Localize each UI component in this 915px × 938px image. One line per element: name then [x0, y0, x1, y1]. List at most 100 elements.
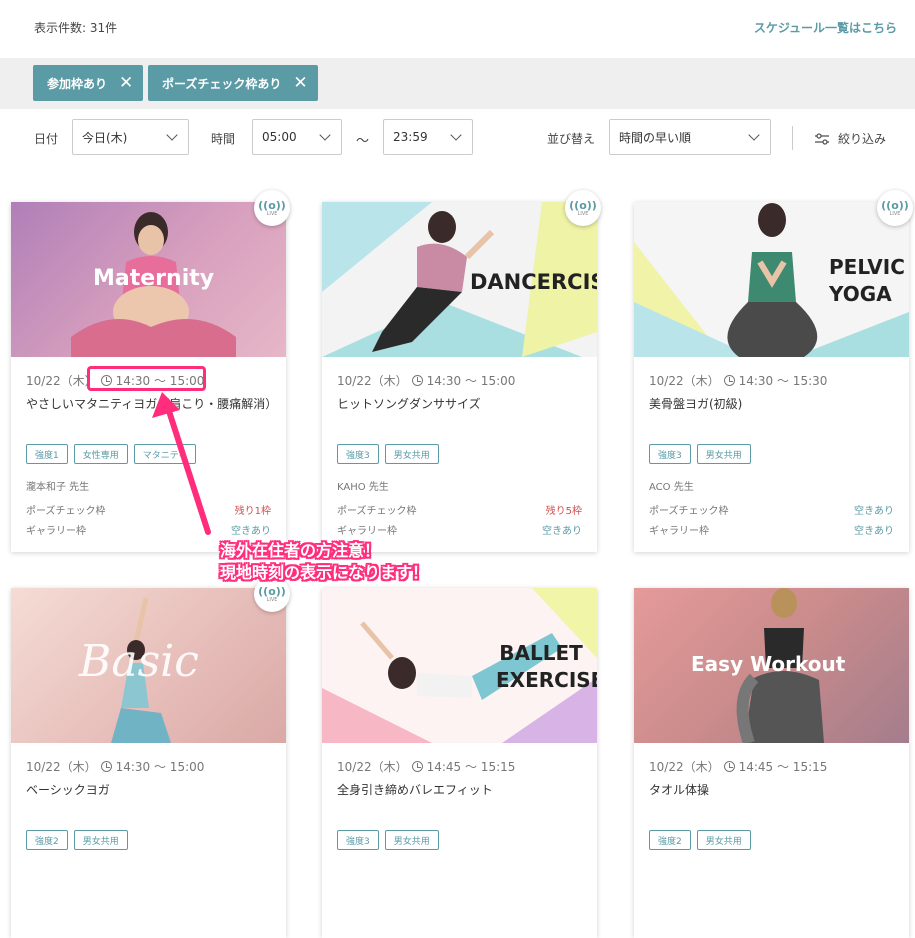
lesson-datetime: 10/22（木） 14:30 〜 15:00: [26, 758, 204, 775]
time-to-select[interactable]: 23:59: [383, 119, 473, 155]
filter-chip-available[interactable]: 参加枠あり ✕: [33, 65, 144, 101]
lesson-thumbnail: Basic: [11, 588, 286, 743]
time-to-value: 23:59: [393, 130, 428, 144]
lesson-thumbnail: PELVIC YOGA: [634, 202, 909, 357]
search-controls: 日付 今日(木) 時間 05:00 〜 23:59 並び替え 時間の早い順 絞り…: [0, 118, 915, 158]
lesson-card[interactable]: PELVIC YOGA 10/22（木） 14:30 〜 15:30 美骨盤ヨガ(初…: [634, 190, 913, 552]
pose-check-status: 残り5枠: [545, 506, 582, 517]
chevron-down-icon: [748, 129, 760, 141]
live-text: LIVE: [889, 210, 901, 217]
pose-check-label: ポーズチェック枠: [337, 506, 417, 517]
lesson-thumbnail: DANCERCISE: [322, 202, 597, 357]
thumbnail-title: DANCERCISE: [470, 270, 597, 294]
pose-check-row: ポーズチェック枠 残り1枠: [26, 502, 271, 517]
sort-select-value: 時間の早い順: [619, 130, 692, 145]
tag: 強度3: [649, 444, 691, 464]
lesson-title: ベーシックヨガ: [26, 783, 110, 797]
tag: 強度2: [26, 830, 68, 850]
annotation-note: 海外在住者の方注意！ 現地時刻の表示になります！: [220, 540, 428, 584]
lesson-date: 10/22（木）: [649, 374, 720, 388]
gallery-label: ギャラリー枠: [26, 526, 86, 537]
thumbnail-title: Easy Workout: [691, 652, 846, 676]
gallery-row: ギャラリー枠 空きあり: [26, 522, 271, 537]
lesson-date: 10/22（木）: [26, 760, 97, 774]
lesson-card[interactable]: DANCERCISE 10/22（木） 14:30 〜 15:00 ヒットソングダ…: [322, 190, 601, 552]
teacher-name: 瀧本和子 先生: [26, 482, 90, 493]
lesson-time: 14:45 〜 15:15: [738, 760, 828, 774]
pose-check-row: ポーズチェック枠 空きあり: [649, 502, 894, 517]
tag: 男女共用: [696, 830, 751, 850]
lesson-tags: 強度3 男女共用: [337, 830, 439, 850]
live-badge: ((o)) LIVE: [565, 190, 601, 226]
lesson-date: 10/22（木）: [649, 760, 720, 774]
gallery-row: ギャラリー枠 空きあり: [649, 522, 894, 537]
lesson-datetime: 10/22（木） 14:45 〜 15:15: [337, 758, 515, 775]
gallery-label: ギャラリー枠: [649, 526, 709, 537]
lesson-date: 10/22（木）: [26, 374, 97, 388]
pose-check-status: 空きあり: [854, 506, 894, 517]
lesson-title: タオル体操: [649, 783, 710, 797]
thumbnail-title: BALLET EXERCISE: [496, 641, 597, 692]
live-badge: ((o)) LIVE: [254, 190, 290, 226]
active-filters-bar: 参加枠あり ✕ ポーズチェック枠あり ✕: [0, 58, 915, 109]
thumbnail-title: PELVIC YOGA: [829, 255, 905, 306]
lesson-tags: 強度2 男女共用: [649, 830, 751, 850]
lesson-tags: 強度3 男女共用: [337, 444, 439, 464]
refine-label: 絞り込み: [838, 132, 887, 146]
filter-chip-label: ポーズチェック枠あり: [162, 76, 282, 91]
refine-button[interactable]: 絞り込み: [814, 130, 886, 147]
lesson-time: 14:30 〜 15:30: [738, 374, 828, 388]
filter-chip-pose-check[interactable]: ポーズチェック枠あり ✕: [148, 65, 318, 101]
lesson-info: 10/22（木） 14:30 〜 15:00 ヒットソングダンササイズ 強度3 男…: [322, 357, 597, 552]
tag: 強度1: [26, 444, 68, 464]
time-label: 時間: [211, 132, 236, 146]
date-label: 日付: [34, 132, 59, 146]
live-badge: ((o)) LIVE: [877, 190, 913, 226]
lesson-date: 10/22（木）: [337, 760, 408, 774]
result-count: 表示件数: 31件: [34, 21, 118, 35]
tag: 男女共用: [73, 830, 128, 850]
lesson-card[interactable]: Basic 10/22（木） 14:30 〜 15:00 ベーシックヨガ 強度2 …: [11, 576, 290, 938]
gallery-status: 空きあり: [854, 526, 894, 537]
clock-icon: [411, 761, 423, 772]
divider: [792, 126, 793, 150]
filter-sliders-icon: [815, 132, 829, 145]
live-text: LIVE: [266, 596, 278, 603]
thumbnail-title: Maternity: [93, 266, 215, 291]
lesson-thumbnail: Easy Workout: [634, 588, 909, 743]
annotation-line-2: 現地時刻の表示になります！: [220, 563, 429, 582]
live-text: LIVE: [577, 210, 589, 217]
pose-check-label: ポーズチェック枠: [26, 506, 106, 517]
lesson-card[interactable]: Easy Workout 10/22（木） 14:45 〜 15:15 タオル体操…: [634, 588, 909, 938]
lesson-info: 10/22（木） 14:30 〜 15:30 美骨盤ヨガ(初級) 強度3 男女共用…: [634, 357, 909, 552]
lesson-thumbnail: BALLET EXERCISE: [322, 588, 597, 743]
lesson-time: 14:30 〜 15:00: [426, 374, 516, 388]
lesson-info: 10/22（木） 14:45 〜 15:15 タオル体操 強度2 男女共用: [634, 743, 909, 938]
sort-select[interactable]: 時間の早い順: [609, 119, 771, 155]
chevron-down-icon: [319, 129, 331, 141]
lesson-date: 10/22（木）: [337, 374, 408, 388]
lesson-tags: 強度1 女性専用 マタニティ: [26, 444, 197, 464]
lesson-tags: 強度3 男女共用: [649, 444, 751, 464]
time-from-select[interactable]: 05:00: [252, 119, 342, 155]
chevron-down-icon: [450, 129, 462, 141]
close-icon[interactable]: ✕: [119, 73, 133, 93]
clock-icon: [411, 375, 423, 386]
lesson-info: 10/22（木） 14:30 〜 15:00 ベーシックヨガ 強度2 男女共用: [11, 743, 286, 938]
lesson-thumbnail: Maternity: [11, 202, 286, 357]
gallery-status: 空きあり: [542, 526, 582, 537]
lesson-card[interactable]: BALLET EXERCISE 10/22（木） 14:45 〜 15:15 全身引…: [322, 588, 597, 938]
date-select[interactable]: 今日(木): [72, 119, 189, 155]
teacher-name: KAHO 先生: [337, 482, 389, 493]
tag: 強度3: [337, 444, 379, 464]
tag: 強度2: [649, 830, 691, 850]
chevron-down-icon: [166, 129, 178, 141]
thumbnail-title: Basic: [79, 636, 199, 687]
close-icon[interactable]: ✕: [293, 73, 307, 93]
lesson-time: 14:30 〜 15:00: [115, 760, 205, 774]
schedule-list-link[interactable]: スケジュール一覧はこちら: [754, 19, 897, 36]
tag: 男女共用: [696, 444, 751, 464]
teacher-name: ACO 先生: [649, 482, 694, 493]
lesson-datetime: 10/22（木） 14:30 〜 15:30: [649, 372, 827, 389]
top-bar: 表示件数: 31件 スケジュール一覧はこちら: [0, 0, 915, 58]
